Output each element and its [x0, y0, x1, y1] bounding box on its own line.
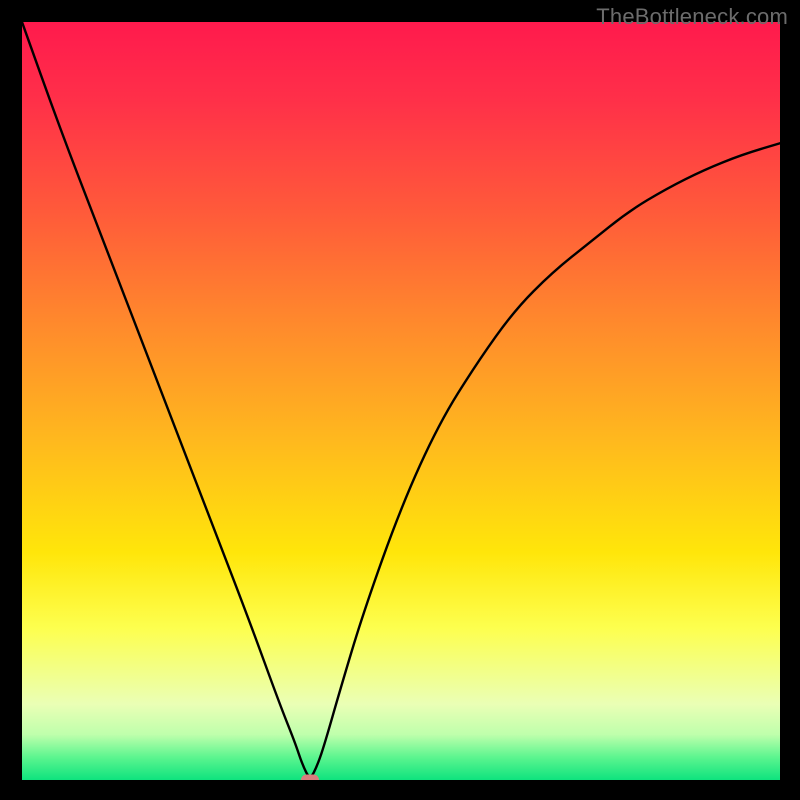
optimal-point-marker	[301, 775, 319, 781]
plot-frame	[22, 22, 780, 780]
chart-stage: TheBottleneck.com	[0, 0, 800, 800]
watermark-text: TheBottleneck.com	[596, 4, 788, 30]
bottleneck-curve	[22, 22, 780, 780]
curve-path	[22, 22, 780, 776]
